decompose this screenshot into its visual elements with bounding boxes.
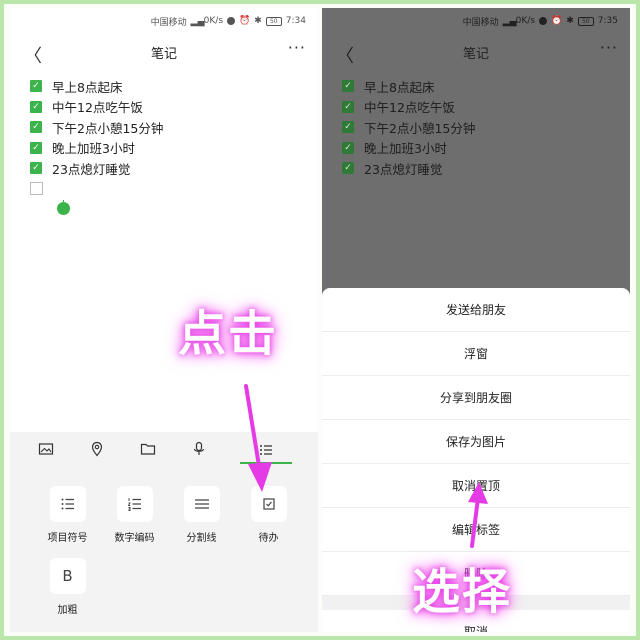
image-icon[interactable] [36,439,56,459]
todo-item: ✓ 早上8点起床 [342,76,620,97]
checkbox-checked-icon: ✓ [342,121,354,134]
bullet-list-icon [49,486,86,522]
bluetooth-icon: ✱ [254,16,262,26]
title-bar: 〈 笔记 ··· [322,38,630,67]
checkbox-checked-icon: ✓ [342,100,354,113]
status-bar: 中国移动 ▂▄ 0K/s ⏰ ✱ 50 7:34 [10,8,318,34]
todo-text: 23点熄灯睡觉 [52,161,131,177]
bold-button[interactable]: B 加粗 [34,558,101,616]
divider-icon [183,486,220,522]
page-title: 笔记 [150,47,177,62]
clock: 7:34 [285,16,306,26]
notification-icon [539,17,548,25]
carrier-label: 中国移动 [462,17,499,28]
bold-icon: B [49,558,86,594]
checkbox-checked-icon[interactable]: ✓ [30,141,42,154]
notification-icon [227,17,236,25]
numbered-list-button[interactable]: 数字编码 [101,486,168,544]
share-to-moments-option[interactable]: 分享到朋友圈 [322,376,630,420]
send-to-friend-option[interactable]: 发送给朋友 [322,288,630,332]
todo-list: ✓ 早上8点起床 ✓ 中午12点吃午饭 ✓ 下午2点小憩15分钟 ✓ 晚上加班3小时 ✓… [342,76,620,179]
clock: 7:35 [597,16,618,26]
folder-icon[interactable] [138,439,158,459]
numbered-list-label: 数字编码 [114,533,155,544]
todo-item[interactable]: ✓ 中午12点吃午饭 [30,97,308,118]
checkbox-checked-icon[interactable]: ✓ [30,80,42,93]
signal-icon: ▂▄ [190,16,205,27]
todo-item: ✓ 下午2点小憩15分钟 [342,117,620,138]
more-icon[interactable]: ··· [288,38,306,57]
todo-item-empty[interactable] [30,179,308,200]
save-as-image-option[interactable]: 保存为图片 [322,420,630,464]
arrow-down-icon [244,384,272,492]
net-speed: 0K/s [203,16,224,26]
more-icon[interactable]: ··· [600,38,618,57]
status-bar: 中国移动 ▂▄ 0K/s ⏰ ✱ 50 7:35 [322,8,630,34]
checkbox-checked-icon: ✓ [342,162,354,175]
battery-icon: 50 [265,16,282,26]
todo-item[interactable]: ✓ 晚上加班3小时 [30,138,308,159]
bluetooth-icon: ✱ [566,16,574,26]
location-icon[interactable] [87,439,107,459]
carrier-label: 中国移动 [150,17,187,28]
title-bar: 〈 笔记 ··· [10,38,318,67]
annotation-click-text: 点击 [178,306,279,362]
checkbox-checked-icon: ✓ [342,141,354,154]
todo-item: ✓ 23点熄灯睡觉 [342,158,620,179]
checkbox-checked-icon[interactable]: ✓ [30,121,42,134]
checkbox-checked-icon[interactable]: ✓ [30,100,42,113]
page-title: 笔记 [462,47,489,62]
todo-text: 下午2点小憩15分钟 [52,120,164,136]
microphone-icon[interactable] [189,439,209,459]
numbered-list-icon [116,486,153,522]
todo-text: 中午12点吃午饭 [364,100,455,116]
todo-list: ✓ 早上8点起床 ✓ 中午12点吃午饭 ✓ 下午2点小憩15分钟 ✓ 晚上加班3小时 ✓… [30,76,308,199]
alarm-icon: ⏰ [551,16,563,26]
todo-item: ✓ 中午12点吃午饭 [342,97,620,118]
checkbox-checked-icon[interactable]: ✓ [30,162,42,175]
arrow-up-icon [468,482,488,548]
todo-text: 早上8点起床 [364,79,435,95]
signal-icon: ▂▄ [502,16,517,27]
bullet-list-label: 项目符号 [47,533,88,544]
bold-label: 加粗 [57,605,78,616]
alarm-icon: ⏰ [239,16,251,26]
todo-item[interactable]: ✓ 早上8点起床 [30,76,308,97]
todo-label: 待办 [258,533,279,544]
net-speed: 0K/s [515,16,536,26]
todo-text: 下午2点小憩15分钟 [364,120,476,136]
checkbox-checked-icon: ✓ [342,80,354,93]
annotation-select-text: 选择 [412,564,513,620]
divider-label: 分割线 [186,533,217,544]
todo-text: 23点熄灯睡觉 [364,161,443,177]
floating-window-option[interactable]: 浮窗 [322,332,630,376]
todo-item[interactable]: ✓ 23点熄灯睡觉 [30,158,308,179]
todo-item: ✓ 晚上加班3小时 [342,138,620,159]
todo-item[interactable]: ✓ 下午2点小憩15分钟 [30,117,308,138]
battery-icon: 50 [577,16,594,26]
todo-text: 中午12点吃午饭 [52,100,143,116]
checkbox-empty-icon[interactable] [30,182,43,196]
todo-text: 早上8点起床 [52,79,123,95]
divider-button[interactable]: 分割线 [168,486,235,544]
todo-text: 晚上加班3小时 [52,141,135,157]
format-grid: 项目符号 数字编码 分割线 待办 B 加粗 [34,486,304,616]
bullet-list-button[interactable]: 项目符号 [34,486,101,544]
todo-text: 晚上加班3小时 [364,141,447,157]
cursor-handle[interactable] [57,202,70,215]
